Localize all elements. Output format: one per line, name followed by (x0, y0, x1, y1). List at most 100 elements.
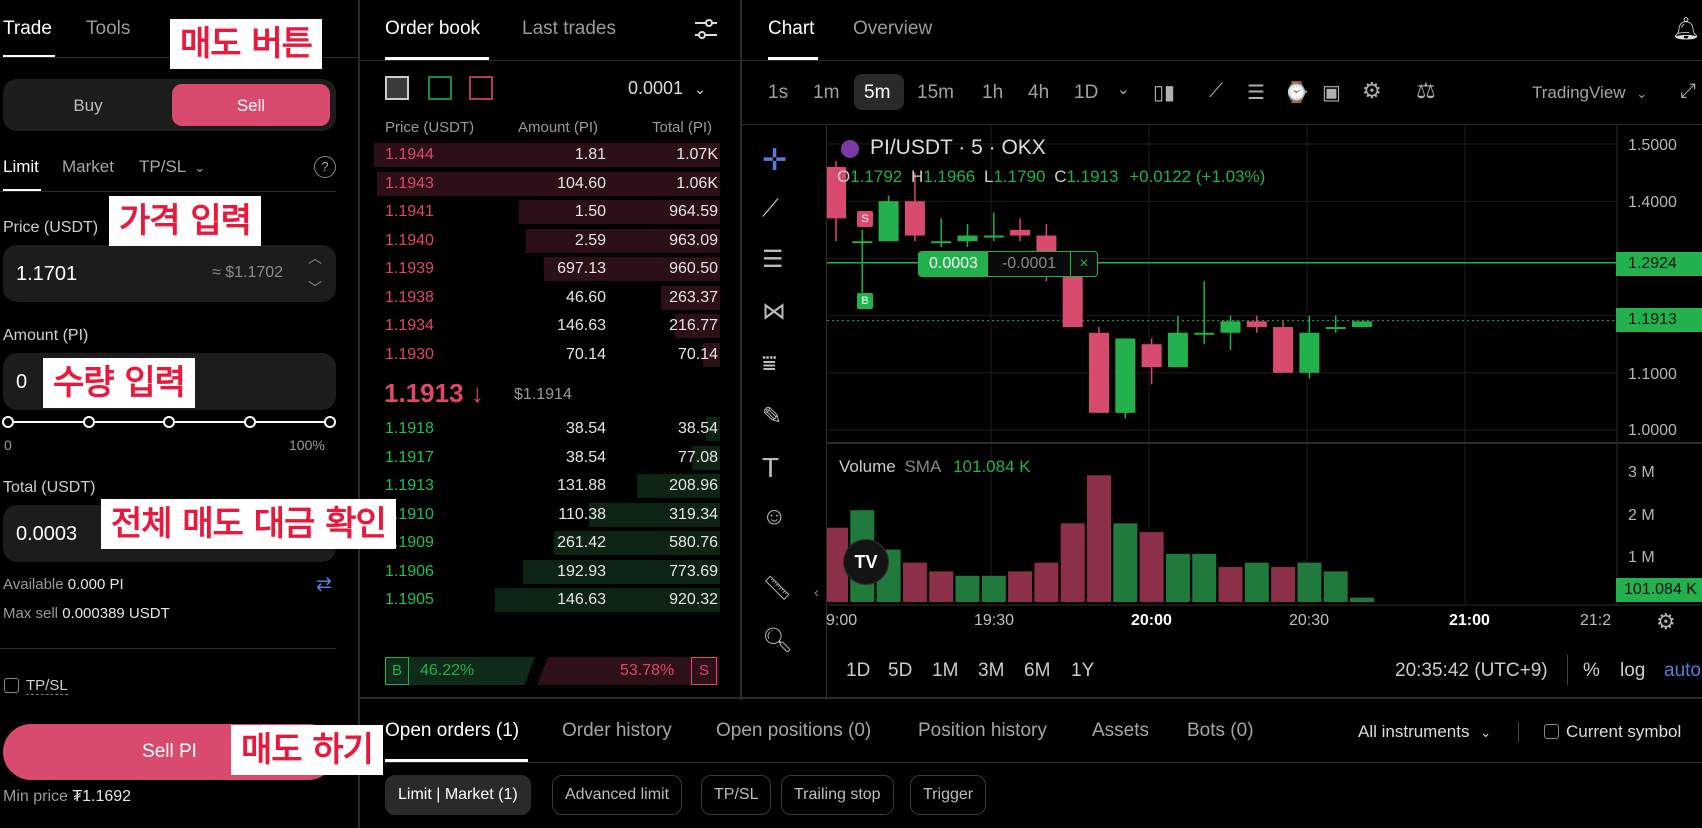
tab-position-history[interactable]: Position history (918, 720, 1047, 742)
range-1d[interactable]: 1D (846, 660, 870, 682)
subtab-tpsl[interactable]: TP/SL (701, 775, 772, 815)
total-input[interactable]: 0.0003 (16, 523, 77, 546)
forecast-icon[interactable]: ⩸ (762, 350, 777, 378)
settings-sliders-icon[interactable] (693, 16, 719, 42)
candles-icon[interactable]: ▯▮ (1153, 80, 1175, 105)
timeframe-1h[interactable]: 1h (982, 82, 1003, 104)
alert-icon[interactable]: ⌚ (1284, 80, 1309, 105)
subtab-limit-market[interactable]: Limit | Market (1) (385, 775, 531, 815)
precision-select[interactable]: 0.0001 ⌄ (628, 78, 706, 99)
price-stepper-up-icon[interactable]: ︿ (308, 248, 322, 268)
instruments-select[interactable]: All instruments ⌄ (1358, 722, 1491, 742)
auto-toggle[interactable]: auto (1664, 660, 1701, 682)
help-icon[interactable]: ? (314, 156, 336, 178)
crosshair-icon[interactable]: ✛ (762, 143, 787, 178)
range-6m[interactable]: 6M (1024, 660, 1050, 682)
slider-stop-0[interactable] (2, 416, 14, 428)
price-chart[interactable] (827, 125, 1702, 642)
tpsl-checkbox[interactable] (4, 678, 19, 693)
slider-stop-75[interactable] (244, 416, 256, 428)
buy-toggle[interactable]: Buy (3, 96, 173, 116)
range-5d[interactable]: 5D (888, 660, 912, 682)
current-symbol-label[interactable]: Current symbol (1566, 722, 1681, 742)
trendline-icon[interactable]: ⟋ (762, 195, 779, 223)
ask-row[interactable]: 1.1941 1.50 964.59 (374, 199, 720, 225)
bid-row[interactable]: 1.1917 38.54 77.08 (374, 445, 720, 471)
bid-row[interactable]: 1.1905 146.63 920.32 (374, 587, 720, 613)
tab-assets[interactable]: Assets (1092, 720, 1149, 742)
subtab-trigger[interactable]: Trigger (910, 775, 987, 815)
timeframe-1d[interactable]: 1D (1074, 82, 1098, 104)
tab-trade[interactable]: Trade (3, 18, 52, 40)
price-stepper-down-icon[interactable]: ﹀ (308, 278, 322, 298)
tab-bots[interactable]: Bots (0) (1187, 720, 1254, 742)
ask-row[interactable]: 1.1939 697.13 960.50 (374, 256, 720, 282)
swap-icon[interactable]: ⇄ (316, 573, 332, 596)
gear-icon[interactable]: ⚙ (1362, 78, 1382, 104)
tab-tools[interactable]: Tools (86, 18, 130, 40)
brush-icon[interactable]: ✎ (762, 402, 782, 431)
pattern-icon[interactable]: ⋈ (762, 297, 786, 326)
subtab-trailing-stop[interactable]: Trailing stop (781, 775, 894, 815)
order-type-market[interactable]: Market (62, 157, 114, 177)
current-symbol-checkbox[interactable] (1544, 724, 1559, 739)
view-asks-icon[interactable] (469, 76, 493, 100)
bid-row[interactable]: 1.1913 131.88 208.96 (374, 473, 720, 499)
indicators-icon[interactable]: ⟋ (1209, 80, 1223, 103)
price-input[interactable]: 1.1701 (16, 263, 77, 286)
provider-select[interactable]: TradingView ⌄ (1532, 83, 1647, 103)
percent-toggle[interactable]: % (1583, 660, 1600, 682)
replay-icon[interactable]: ▣ (1322, 80, 1341, 105)
fullscreen-icon[interactable]: ⤢ (1680, 80, 1696, 103)
ruler-icon[interactable]: 📏︎ (762, 574, 792, 603)
scale-icon[interactable]: ⚖ (1416, 78, 1436, 104)
timeframe-15m[interactable]: 15m (917, 82, 954, 104)
subtab-advanced-limit[interactable]: Advanced limit (552, 775, 683, 815)
order-line-close-icon[interactable]: × (1071, 252, 1096, 276)
tab-open-positions[interactable]: Open positions (0) (716, 720, 871, 742)
ask-row[interactable]: 1.1938 46.60 263.37 (374, 285, 720, 311)
ask-row[interactable]: 1.1934 146.63 216.77 (374, 313, 720, 339)
log-toggle[interactable]: log (1620, 660, 1645, 682)
chevron-down-icon[interactable]: ⌄ (1117, 80, 1130, 98)
zoom-icon[interactable]: 🔍︎ (762, 626, 792, 655)
fib-icon[interactable]: ☰ (762, 245, 784, 274)
view-bids-icon[interactable] (428, 76, 452, 100)
tab-overview[interactable]: Overview (853, 18, 932, 40)
text-icon[interactable]: T (762, 452, 779, 484)
amount-input[interactable]: 0 (16, 371, 27, 394)
slider-stop-25[interactable] (83, 416, 95, 428)
range-1m[interactable]: 1M (932, 660, 958, 682)
timeframe-5m[interactable]: 5m (864, 82, 890, 104)
timeframe-1s[interactable]: 1s (768, 82, 788, 104)
templates-icon[interactable]: ☰ (1247, 80, 1265, 105)
sell-toggle[interactable]: Sell (172, 84, 330, 126)
view-both-icon[interactable] (385, 76, 409, 100)
bid-row[interactable]: 1.1918 38.54 38.54 (374, 416, 720, 442)
bell-plus-icon[interactable]: 🔔︎ (1672, 16, 1700, 42)
toolbar-collapse-icon[interactable]: ‹ (814, 584, 819, 601)
tab-order-history[interactable]: Order history (562, 720, 672, 742)
timeframe-1m[interactable]: 1m (813, 82, 839, 104)
slider-stop-100[interactable] (324, 416, 336, 428)
axis-settings-icon[interactable]: ⚙ (1656, 609, 1676, 635)
slider-stop-50[interactable] (163, 416, 175, 428)
tab-last-trades[interactable]: Last trades (522, 18, 616, 40)
emoji-icon[interactable]: ☺ (762, 503, 787, 531)
bid-row[interactable]: 1.1906 192.93 773.69 (374, 559, 720, 585)
order-line-label[interactable]: 0.0003 -0.0001 × (918, 251, 1098, 277)
range-3m[interactable]: 3M (978, 660, 1004, 682)
tpsl-label[interactable]: TP/SL (26, 677, 68, 695)
bid-row[interactable]: 1.1910 110.38 319.34 (374, 502, 720, 528)
bid-row[interactable]: 1.1909 261.42 580.76 (374, 530, 720, 556)
ask-row[interactable]: 1.1944 1.81 1.07K (374, 142, 720, 168)
order-type-limit[interactable]: Limit (3, 157, 39, 177)
ask-row[interactable]: 1.1943 104.60 1.06K (374, 171, 720, 197)
order-type-tpsl[interactable]: TP/SL ⌄ (139, 157, 205, 177)
ask-row[interactable]: 1.1930 70.14 70.14 (374, 342, 720, 368)
tab-order-book[interactable]: Order book (385, 18, 480, 40)
tab-open-orders[interactable]: Open orders (1) (385, 720, 519, 742)
timeframe-4h[interactable]: 4h (1028, 82, 1049, 104)
range-1y[interactable]: 1Y (1071, 660, 1094, 682)
ask-row[interactable]: 1.1940 2.59 963.09 (374, 228, 720, 254)
